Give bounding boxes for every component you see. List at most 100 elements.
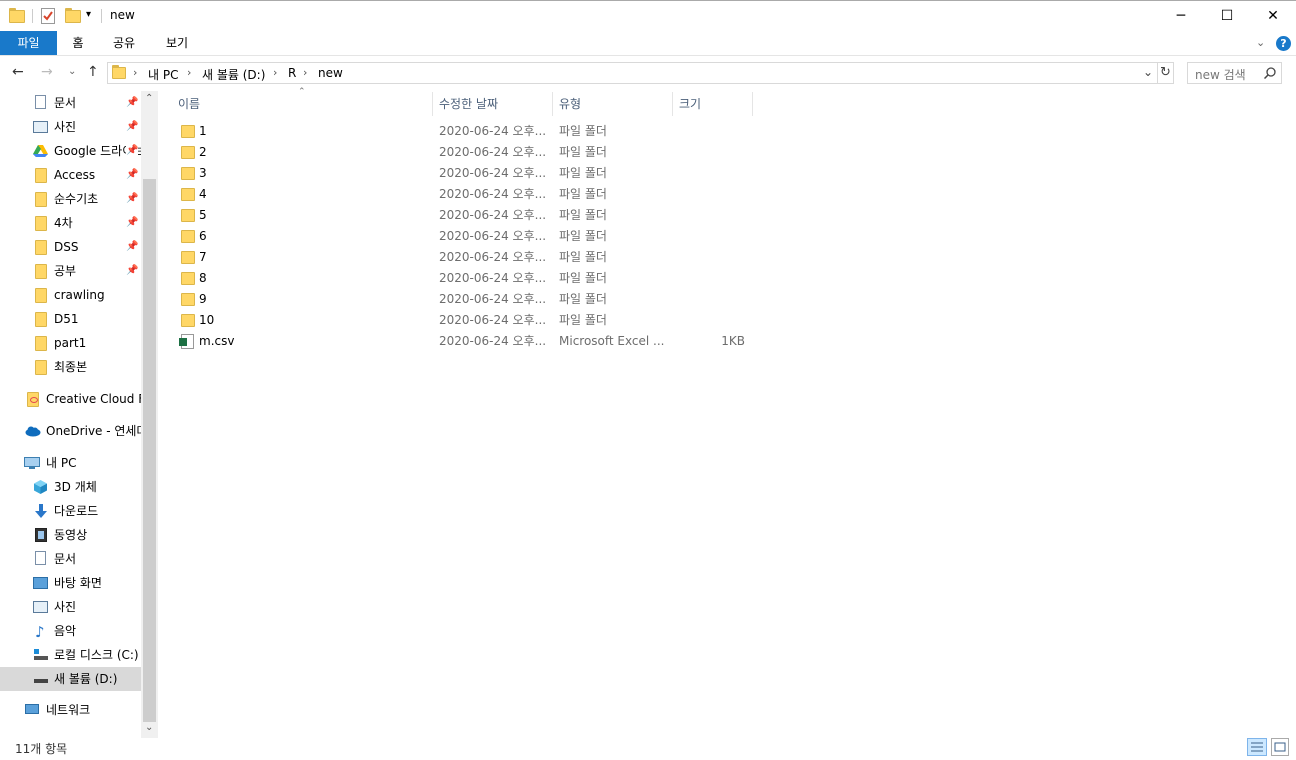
breadcrumb-this-pc[interactable]: 내 PC — [148, 66, 178, 83]
sidebar-item-volume-d[interactable]: 새 볼륨 (D:) — [0, 667, 141, 691]
folder-icon — [181, 230, 195, 243]
sidebar-item-pictures-pc[interactable]: 사진 — [0, 595, 141, 619]
table-row[interactable]: 4 2020-06-24 오후... 파일 폴더 — [175, 184, 755, 205]
sidebar-item-access[interactable]: Access 📌 — [0, 163, 141, 187]
sidebar-item-crawling[interactable]: crawling — [0, 283, 141, 307]
file-type: 파일 폴더 — [559, 292, 607, 306]
sidebar-item-dss[interactable]: DSS 📌 — [0, 235, 141, 259]
large-icons-view-button[interactable] — [1271, 738, 1289, 756]
file-name: 9 — [199, 292, 207, 306]
sidebar-item-network[interactable]: 네트워크 — [0, 698, 141, 722]
file-name: m.csv — [199, 334, 235, 348]
sidebar-item-onedrive[interactable]: OneDrive - 연세대학교 — [0, 419, 141, 443]
sidebar-item-folder[interactable]: 공부 📌 — [0, 259, 141, 283]
breadcrumb-r[interactable]: R — [288, 66, 296, 80]
sidebar-item-desktop[interactable]: 바탕 화면 — [0, 571, 141, 595]
forward-button[interactable]: → — [41, 64, 53, 80]
search-box[interactable]: new 검색 — [1187, 62, 1282, 84]
customize-quick-access-icon[interactable]: ▾ — [86, 9, 91, 20]
pin-icon: 📌 — [126, 139, 139, 163]
tab-share[interactable]: 공유 — [102, 31, 146, 55]
table-row[interactable]: 9 2020-06-24 오후... 파일 폴더 — [175, 289, 755, 310]
minimize-button[interactable]: ─ — [1158, 1, 1204, 31]
sidebar-item-downloads[interactable]: 다운로드 — [0, 499, 141, 523]
sidebar-item-part1[interactable]: part1 — [0, 331, 141, 355]
chevron-right-icon[interactable]: › — [133, 66, 137, 79]
new-folder-icon[interactable] — [65, 8, 81, 23]
drive-icon — [34, 679, 48, 683]
window-title: new — [110, 8, 135, 22]
tab-view[interactable]: 보기 — [156, 31, 198, 55]
address-bar[interactable]: › 내 PC › 새 볼륨 (D:) › R › new ⌄ ↻ — [107, 62, 1174, 84]
chevron-right-icon[interactable]: › — [303, 66, 307, 79]
sidebar-item-google-drive[interactable]: Google 드라이브 📌 — [0, 139, 141, 163]
recent-locations-icon[interactable]: ⌄ — [68, 66, 76, 77]
sidebar-item-creative-cloud[interactable]: Creative Cloud Files — [0, 387, 141, 411]
table-row[interactable]: 3 2020-06-24 오후... 파일 폴더 — [175, 163, 755, 184]
sidebar-item-local-disk-c[interactable]: 로컬 디스크 (C:) — [0, 643, 141, 667]
breadcrumb-new[interactable]: new — [318, 66, 343, 80]
breadcrumb-volume-d[interactable]: 새 볼륨 (D:) — [202, 66, 265, 83]
close-button[interactable]: ✕ — [1250, 1, 1296, 31]
sidebar-item-d51[interactable]: D51 — [0, 307, 141, 331]
properties-icon[interactable] — [41, 8, 55, 24]
sidebar-item-videos[interactable]: 동영상 — [0, 523, 141, 547]
sidebar-item-3d-objects[interactable]: 3D 개체 — [0, 475, 141, 499]
scrollbar-thumb[interactable] — [143, 179, 156, 722]
folder-icon — [181, 251, 195, 264]
folder-icon — [35, 288, 47, 303]
tab-file[interactable]: 파일 — [0, 31, 57, 55]
file-date: 2020-06-24 오후... — [439, 313, 547, 327]
file-date: 2020-06-24 오후... — [439, 145, 547, 159]
documents-icon — [35, 95, 46, 109]
chevron-right-icon[interactable]: › — [187, 66, 191, 79]
sidebar-item-final[interactable]: 최종본 — [0, 355, 141, 379]
search-icon[interactable] — [1264, 67, 1276, 79]
search-input[interactable]: new 검색 — [1195, 66, 1246, 83]
address-dropdown-icon[interactable]: ⌄ — [1143, 65, 1153, 79]
table-row[interactable]: 6 2020-06-24 오후... 파일 폴더 — [175, 226, 755, 247]
sidebar-scrollbar[interactable]: ⌃ ⌄ — [141, 91, 158, 738]
sidebar-item-this-pc[interactable]: 내 PC — [0, 451, 141, 475]
back-button[interactable]: ← — [12, 64, 24, 80]
chevron-right-icon[interactable]: › — [273, 66, 277, 79]
sidebar-item-documents[interactable]: 문서 📌 — [0, 91, 141, 115]
help-icon[interactable]: ? — [1276, 36, 1291, 51]
table-row[interactable]: 8 2020-06-24 오후... 파일 폴더 — [175, 268, 755, 289]
table-row[interactable]: m.csv 2020-06-24 오후... Microsoft Excel ...… — [175, 331, 755, 352]
table-row[interactable]: 10 2020-06-24 오후... 파일 폴더 — [175, 310, 755, 331]
expand-ribbon-icon[interactable]: ⌄ — [1256, 36, 1265, 49]
folder-icon — [112, 65, 126, 79]
sidebar-item-pictures[interactable]: 사진 📌 — [0, 115, 141, 139]
folder-icon — [181, 188, 195, 201]
sidebar-item-folder[interactable]: 순수기초 📌 — [0, 187, 141, 211]
sidebar-item-folder[interactable]: 4차 📌 — [0, 211, 141, 235]
folder-icon — [181, 314, 195, 327]
table-row[interactable]: 7 2020-06-24 오후... 파일 폴더 — [175, 247, 755, 268]
file-date: 2020-06-24 오후... — [439, 208, 547, 222]
column-header-date[interactable]: 수정한 날짜 — [433, 92, 553, 116]
up-button[interactable]: ↑ — [87, 64, 99, 80]
details-view-button[interactable] — [1247, 738, 1267, 756]
videos-icon-frame — [38, 531, 44, 539]
sidebar-item-label: 바탕 화면 — [54, 576, 102, 590]
sidebar-item-label: 네트워크 — [46, 703, 91, 717]
scroll-down-icon[interactable]: ⌄ — [145, 722, 153, 733]
table-row[interactable]: 5 2020-06-24 오후... 파일 폴더 — [175, 205, 755, 226]
sidebar-item-label: 새 볼륨 (D:) — [54, 672, 118, 686]
scroll-up-icon[interactable]: ⌃ — [145, 93, 153, 104]
sidebar-item-music[interactable]: ♪ 음악 — [0, 619, 141, 643]
folder-icon — [35, 312, 47, 327]
table-row[interactable]: 1 2020-06-24 오후... 파일 폴더 — [175, 121, 755, 142]
tab-home[interactable]: 홈 — [59, 31, 97, 55]
maximize-button[interactable]: ☐ — [1204, 1, 1250, 31]
sidebar-item-documents-pc[interactable]: 문서 — [0, 547, 141, 571]
folder-icon — [181, 125, 195, 138]
documents-icon — [35, 551, 46, 565]
column-header-name[interactable]: 이름 — [172, 92, 433, 116]
column-header-size[interactable]: 크기 — [673, 92, 753, 116]
file-name: 8 — [199, 271, 207, 285]
column-header-type[interactable]: 유형 — [553, 92, 673, 116]
refresh-icon[interactable]: ↻ — [1160, 65, 1171, 80]
table-row[interactable]: 2 2020-06-24 오후... 파일 폴더 — [175, 142, 755, 163]
